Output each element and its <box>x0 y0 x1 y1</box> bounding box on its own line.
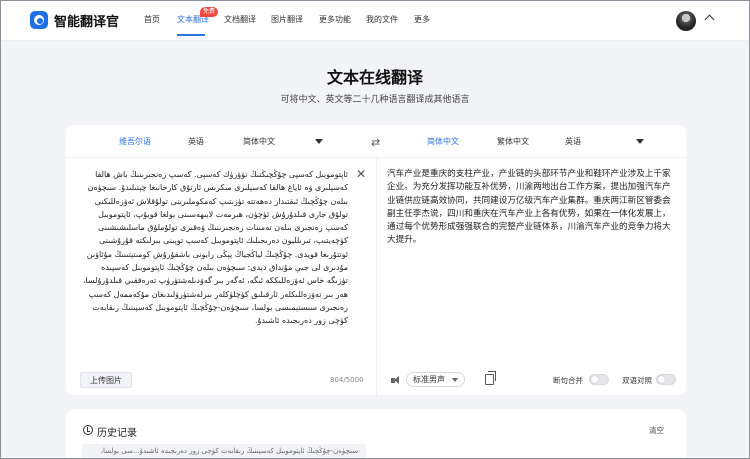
bilingual-compare-toggle[interactable] <box>656 374 676 385</box>
nav-item-my-files[interactable]: 我的文件 <box>366 14 398 25</box>
nav-item-more[interactable]: 更多 <box>414 14 430 25</box>
history-title: 历史记录 <box>97 428 137 439</box>
chevron-down-icon <box>452 378 458 382</box>
nav-item-image-translate[interactable]: 图片翻译 <box>271 14 303 25</box>
swap-languages-icon[interactable]: ⇄ <box>371 136 380 149</box>
target-lang-option-simplified[interactable]: 简体中文 <box>427 136 459 147</box>
voice-select[interactable]: 标准男声 <box>406 372 465 387</box>
merge-sentences-toggle[interactable] <box>589 374 609 385</box>
source-text-input[interactable]: ئاپتوموبىل كەسپى چۇڭچىڭنىڭ تۈۋرۈك كەسپى.… <box>78 168 348 364</box>
clear-icon[interactable]: ✕ <box>356 168 366 180</box>
source-lang-detected[interactable]: 维吾尔语 <box>119 136 151 147</box>
source-lang-option-english[interactable]: 英语 <box>188 136 204 147</box>
history-clear-button[interactable]: 清空 <box>649 425 664 436</box>
target-lang-option-english[interactable]: 英语 <box>565 136 581 147</box>
free-badge: 免费 <box>200 7 219 17</box>
char-counter: 804/5000 <box>330 376 364 384</box>
page-subtitle: 可将中文、英文等二十几种语言翻译成其他语言 <box>280 95 470 105</box>
nav-item-doc-translate[interactable]: 文档翻译 <box>224 14 256 25</box>
clock-icon <box>83 425 93 435</box>
target-lang-option-traditional[interactable]: 繁体中文 <box>497 136 529 147</box>
page-title: 文本在线翻译 <box>326 68 423 87</box>
upload-image-button[interactable]: 上传图片 <box>80 372 132 388</box>
copy-icon[interactable] <box>485 371 496 385</box>
source-lang-option-chinese[interactable]: 简体中文 <box>243 136 275 147</box>
voice-select-label: 标准男声 <box>413 375 445 384</box>
merge-sentences-label: 断句合并 <box>553 376 583 385</box>
speaker-icon[interactable] <box>391 376 403 385</box>
history-item[interactable]: سىچۈەن-چۇڭچىڭ ئاپتوموبىل كەسپىنىڭ رىقابە… <box>82 444 366 459</box>
avatar[interactable] <box>676 11 696 31</box>
app-brand[interactable]: 智能翻译官 <box>54 11 119 30</box>
translation-output: 汽车产业是重庆的支柱产业，产业链的头部环节产业和鞋环产业涉及上千家企业。为充分发… <box>387 169 671 246</box>
bilingual-compare-label: 双语对照 <box>622 376 652 385</box>
target-lang-dropdown-icon[interactable] <box>636 139 644 144</box>
nav-active-indicator <box>177 34 205 36</box>
app-logo-icon[interactable] <box>30 11 48 29</box>
panel-divider <box>376 158 377 395</box>
nav-item-home[interactable]: 首页 <box>144 14 160 25</box>
nav-item-more-features[interactable]: 更多功能 <box>319 14 351 25</box>
source-lang-dropdown-icon[interactable] <box>315 139 323 144</box>
